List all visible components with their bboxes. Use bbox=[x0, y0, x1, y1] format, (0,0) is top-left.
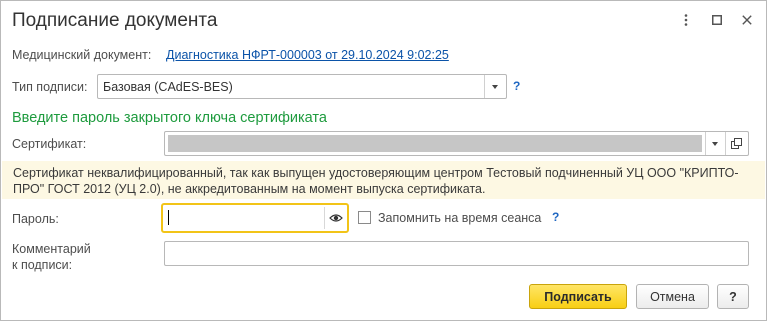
help-button[interactable]: ? bbox=[717, 284, 749, 309]
document-label: Медицинский документ: bbox=[12, 48, 152, 62]
cancel-button[interactable]: Отмена bbox=[636, 284, 709, 309]
comment-label-line2: к подписи: bbox=[12, 258, 73, 272]
signature-type-value: Базовая (CAdES-BES) bbox=[103, 80, 233, 94]
remember-checkbox[interactable] bbox=[358, 211, 371, 224]
chevron-down-icon[interactable] bbox=[712, 142, 718, 146]
signature-type-help[interactable]: ? bbox=[513, 79, 520, 93]
certificate-warning-text: Сертификат неквалифицированный, так как … bbox=[13, 166, 739, 196]
sign-button[interactable]: Подписать bbox=[529, 284, 627, 309]
remember-help[interactable]: ? bbox=[552, 210, 559, 224]
signature-type-label: Тип подписи: bbox=[12, 80, 88, 94]
more-vertical-icon[interactable] bbox=[675, 9, 697, 31]
chevron-down-icon[interactable] bbox=[492, 85, 498, 89]
maximize-icon[interactable] bbox=[706, 9, 728, 31]
certificate-warning: Сертификат неквалифицированный, так как … bbox=[2, 161, 765, 199]
certificate-value bbox=[168, 135, 702, 152]
document-link[interactable]: Диагностика НФРТ-000003 от 29.10.2024 9:… bbox=[166, 48, 449, 62]
comment-input[interactable] bbox=[164, 241, 749, 266]
signature-type-select[interactable]: Базовая (CAdES-BES) bbox=[97, 74, 507, 99]
certificate-label: Сертификат: bbox=[12, 137, 87, 151]
dialog-title: Подписание документа bbox=[12, 10, 218, 31]
open-icon[interactable] bbox=[731, 138, 742, 152]
text-cursor bbox=[168, 210, 169, 225]
comment-label-line1: Комментарий bbox=[12, 242, 91, 256]
remember-label[interactable]: Запомнить на время сеанса bbox=[378, 211, 541, 225]
dialog-window: Подписание документа Медицинский докумен… bbox=[0, 0, 767, 321]
password-input[interactable] bbox=[161, 203, 349, 233]
section-title: Введите пароль закрытого ключа сертифика… bbox=[12, 110, 327, 126]
close-icon[interactable] bbox=[736, 9, 758, 31]
certificate-select[interactable] bbox=[164, 131, 749, 156]
eye-icon[interactable] bbox=[329, 212, 343, 226]
password-label: Пароль: bbox=[12, 212, 59, 226]
